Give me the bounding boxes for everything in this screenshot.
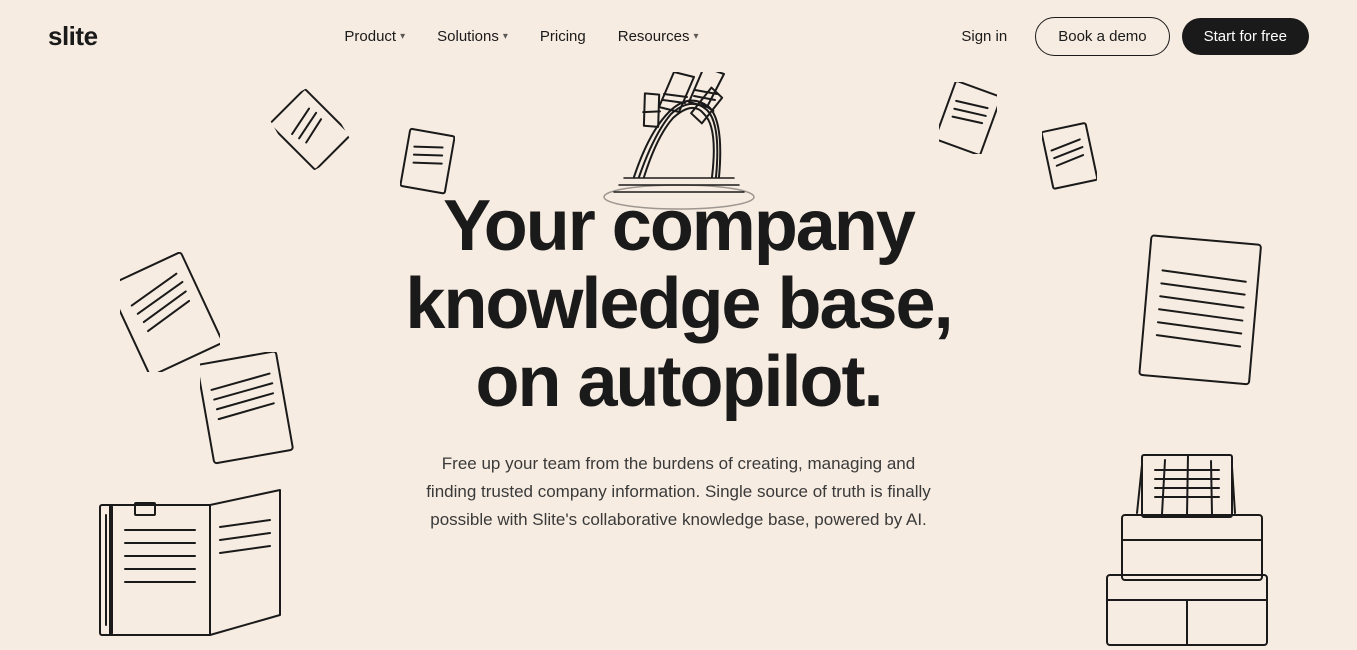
book-demo-button[interactable]: Book a demo: [1035, 17, 1169, 56]
nav-item-resources[interactable]: Resources ▾: [618, 28, 699, 45]
nav-link-pricing[interactable]: Pricing: [540, 28, 586, 45]
nav-actions: Sign in Book a demo Start for free: [945, 17, 1309, 56]
start-free-button[interactable]: Start for free: [1182, 18, 1309, 55]
stacked-boxes-illustration-right: [1087, 435, 1297, 650]
floating-paper-top-right-2: [1042, 122, 1097, 195]
nav-link-resources[interactable]: Resources ▾: [618, 28, 699, 45]
floating-paper-top-left-1: [280, 92, 340, 172]
hero-section: Your company knowledge base, on autopilo…: [0, 72, 1357, 650]
chevron-down-icon: ▾: [503, 31, 508, 42]
nav-item-solutions[interactable]: Solutions ▾: [437, 28, 508, 45]
floating-paper-top-right-1: [939, 82, 997, 159]
floating-paper-mid-left-2: [200, 352, 295, 472]
hero-title: Your company knowledge base, on autopilo…: [405, 188, 951, 421]
hero-subtitle: Free up your team from the burdens of cr…: [419, 450, 939, 534]
nav-links: Product ▾ Solutions ▾ Pricing Resources …: [344, 28, 698, 45]
floating-paper-right: [1137, 232, 1267, 397]
logo[interactable]: slite: [48, 21, 98, 52]
binder-illustration-left: [80, 455, 320, 650]
chevron-down-icon: ▾: [400, 31, 405, 42]
nav-link-solutions[interactable]: Solutions ▾: [437, 28, 508, 45]
navbar: slite Product ▾ Solutions ▾ Pricing Reso…: [0, 0, 1357, 72]
sign-in-link[interactable]: Sign in: [945, 20, 1023, 53]
nav-item-product[interactable]: Product ▾: [344, 28, 405, 45]
chevron-down-icon: ▾: [693, 31, 698, 42]
nav-item-pricing[interactable]: Pricing: [540, 28, 586, 45]
nav-link-product[interactable]: Product ▾: [344, 28, 405, 45]
